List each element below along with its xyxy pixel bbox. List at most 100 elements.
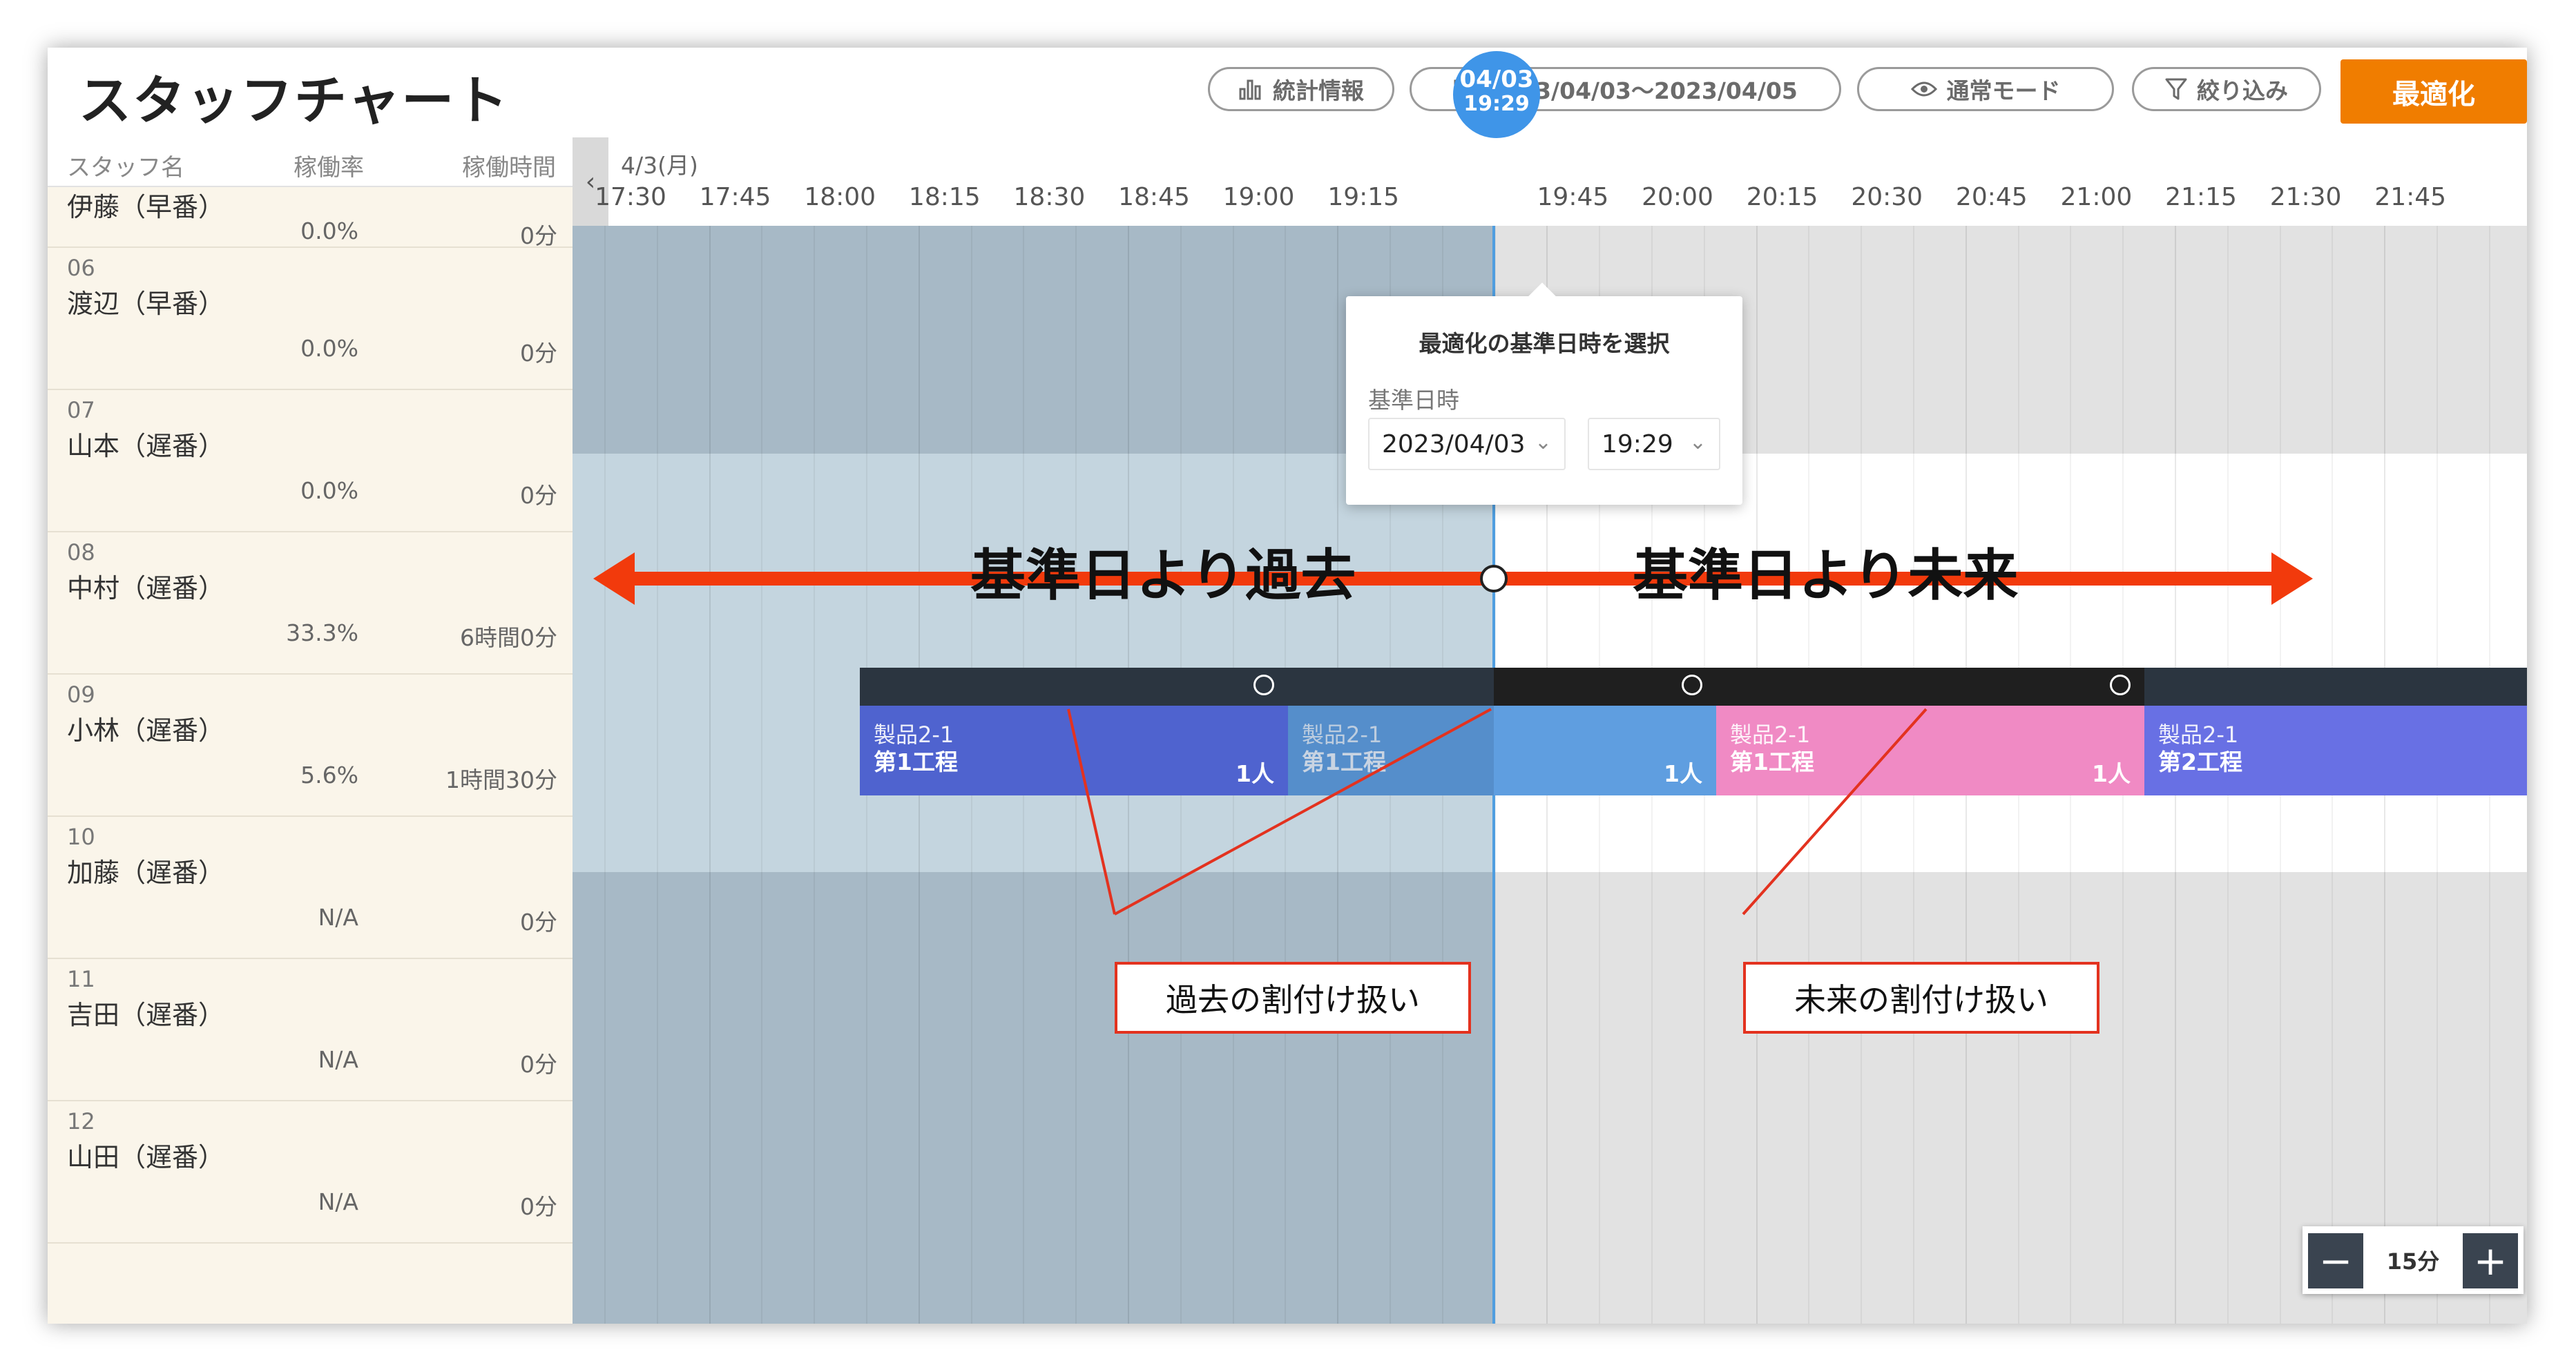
zoom-level: 15分 [2386,1248,2440,1275]
past-assignment-note: 過去の割付け扱い [1115,962,1471,1034]
staff-working-time: 1時間30分 [445,766,557,793]
bar-chart-icon [1239,79,1261,100]
zoom-out-button[interactable]: − [2308,1233,2363,1288]
staff-working-time: 0分 [520,340,557,367]
staff-row[interactable]: 08 中村（遅番） 33.3% 6時間0分 [48,531,573,675]
staff-utilization: N/A [318,1046,358,1073]
filter-label: 絞り込み [2197,77,2288,104]
chevron-down-icon: ⌄ [1689,430,1707,454]
staff-row[interactable]: 07 山本（遅番） 0.0% 0分 [48,389,573,532]
task-bar[interactable]: 製品2-1 第1工程 1人 [1716,706,2144,795]
staff-working-time: 0分 [520,1051,557,1078]
time-tick: 17:45 [699,183,771,211]
staff-utilization: 33.3% [286,619,358,646]
staff-list-panel: スタッフ名 稼働率 稼働時間 伊藤（早番） 0.0% 0分 06 渡辺（早番） 0.0% 0… [48,137,574,1324]
staff-row[interactable]: 09 小林（遅番） 5.6% 1時間30分 [48,673,573,817]
time-tick: 19:00 [1222,183,1295,211]
column-header-rate: 稼働率 [294,154,364,182]
check-circle-icon [1682,675,1702,695]
staff-list-header: スタッフ名 稼働率 稼働時間 [48,137,573,187]
column-header-name: スタッフ名 [67,154,184,182]
future-assignment-note: 未来の割付け扱い [1743,962,2099,1034]
staff-name: 小林（遅番） [67,715,225,746]
staff-row[interactable]: 10 加藤（遅番） N/A 0分 [48,815,573,959]
staff-number: 12 [67,1108,95,1134]
staff-working-time: 0分 [520,1193,557,1220]
staff-utilization: 0.0% [300,477,358,504]
future-heading: 基準日より未来 [1633,543,2019,608]
header: スタッフチャート 統計情報 2023/04/03〜2023/04/05 通常モー… [48,48,2527,137]
staff-number: 06 [67,255,95,281]
staff-number: 07 [67,397,95,423]
reference-datetime-popup: 最適化の基準日時を選択 基準日時 2023/04/03 ⌄ 19:29 ⌄ [1346,296,1742,505]
page-title: スタッフチャート [79,70,510,131]
staff-name: 渡辺（早番） [67,289,225,319]
task-bar[interactable]: 製品2-1第2工程1. [2144,706,2527,795]
chevron-left-icon: ‹ [585,167,596,196]
staff-row[interactable]: 06 渡辺（早番） 0.0% 0分 [48,247,573,390]
stats-button[interactable]: 統計情報 [1208,67,1394,111]
staff-chart-window: スタッフチャート 統計情報 2023/04/03〜2023/04/05 通常モー… [48,48,2527,1324]
task-header-strip [860,668,1494,706]
column-header-time: 稼働時間 [462,154,556,182]
filter-button[interactable]: 絞り込み [2132,67,2321,111]
staff-working-time: 0分 [520,482,557,509]
task-header-strip [1716,668,2144,706]
task-bar[interactable]: 製品2-1 第1工程 1人 [860,706,1288,795]
task-product: 製品2-1 [2158,722,2239,748]
time-tick: 20:45 [1955,183,2028,211]
staff-row[interactable]: 12 山田（遅番） N/A 0分 [48,1100,573,1244]
time-tick: 19:15 [1327,183,1400,211]
time-tick: 21:45 [2374,183,2447,211]
staff-number: 10 [67,824,95,850]
task-process: 第2工程 [2158,748,2242,775]
collapse-panel-button[interactable]: ‹ [573,137,608,226]
staff-name: 吉田（遅番） [67,1000,225,1030]
time-tick: 21:30 [2269,183,2342,211]
time-tick: 20:30 [1851,183,1923,211]
popup-field-label: 基準日時 [1368,387,1459,414]
task-process: 第1工程 [874,748,958,775]
staff-name: 伊藤（早番） [67,192,225,222]
time-tick: 18:00 [804,183,876,211]
time-tick: 19:45 [1537,183,1609,211]
staff-number: 08 [67,539,95,566]
task-process: 第1工程 [1730,748,1814,775]
time-tick: 21:15 [2165,183,2237,211]
task-header-strip [1494,668,1716,706]
check-circle-icon [1253,675,1274,695]
optimize-button[interactable]: 最適化 [2340,59,2527,124]
stats-label: 統計情報 [1273,77,1364,104]
task-product: 製品2-1 [1730,722,1811,748]
time-tick: 20:00 [1642,183,1713,211]
time-tick: 21:00 [2060,183,2133,211]
filter-icon [2165,78,2187,100]
task-headcount: 1人 [2092,760,2131,787]
task-headcount: 1人 [1664,760,1702,787]
staff-number: 09 [67,682,95,708]
chevron-down-icon: ⌄ [1534,430,1552,454]
check-circle-icon [2110,675,2131,695]
time-tick: 18:15 [908,183,981,211]
past-heading: 基準日より過去 [970,543,1356,608]
reference-time-select[interactable]: 19:29 ⌄ [1588,418,1720,470]
staff-utilization: 5.6% [300,762,358,789]
time-tick: 18:30 [1013,183,1086,211]
reference-date-select[interactable]: 2023/04/03 ⌄ [1368,418,1566,470]
zoom-control: − 15分 + [2303,1226,2524,1294]
view-mode-button[interactable]: 通常モード [1857,67,2114,111]
staff-row[interactable]: 伊藤（早番） 0.0% 0分 [48,186,573,249]
popup-title: 最適化の基準日時を選択 [1419,330,1670,357]
view-mode-label: 通常モード [1946,77,2061,104]
staff-utilization: 0.0% [300,335,358,362]
staff-utilization: N/A [318,1188,358,1215]
reference-time: 19:29 [1463,92,1530,116]
time-tick: 18:45 [1118,183,1190,211]
reference-date-value: 2023/04/03 [1382,429,1526,458]
staff-row[interactable]: 11 吉田（遅番） N/A 0分 [48,958,573,1101]
staff-working-time: 0分 [520,909,557,936]
reference-date: 04/03 [1459,66,1534,93]
reference-time-marker[interactable]: 04/03 19:29 [1453,51,1540,138]
zoom-in-button[interactable]: + [2463,1233,2518,1288]
time-tick: 17:30 [595,183,666,211]
